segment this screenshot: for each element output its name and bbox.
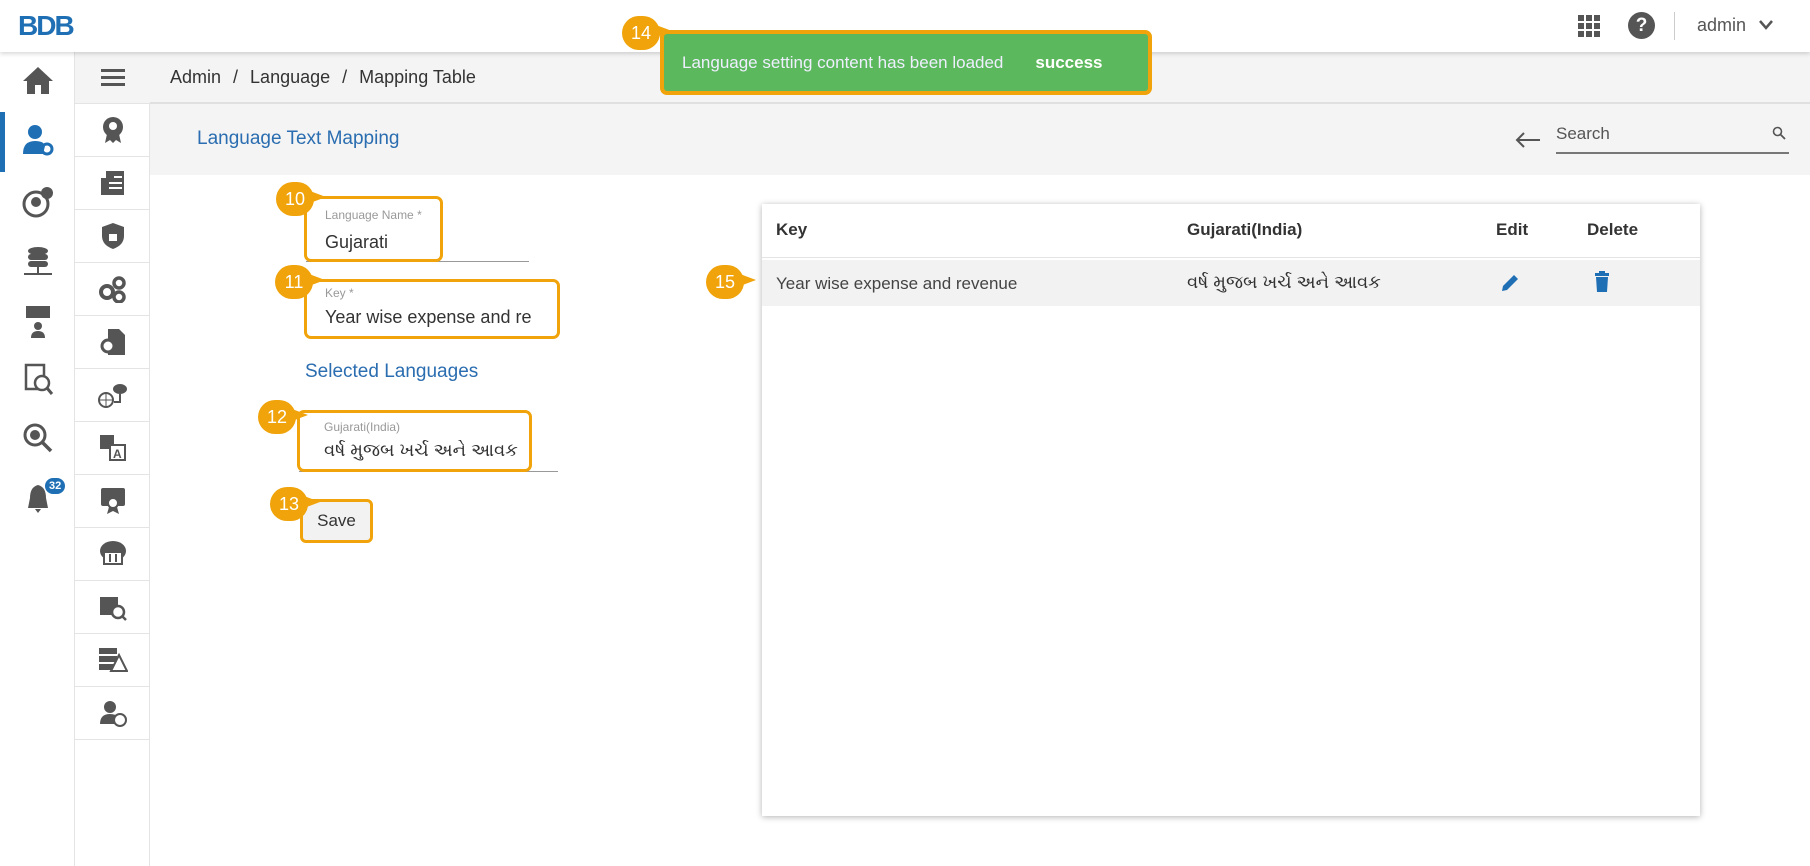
back-arrow-icon[interactable] bbox=[1515, 132, 1541, 148]
breadcrumb-language[interactable]: Language bbox=[250, 67, 330, 88]
mapping-table: Key Gujarati(India) Edit Delete Year wis… bbox=[762, 204, 1700, 816]
database-network-icon bbox=[23, 247, 52, 275]
menu-toggle[interactable] bbox=[75, 52, 150, 104]
bdb-logo[interactable]: BDB bbox=[18, 10, 75, 42]
search-database-icon bbox=[23, 423, 52, 453]
user-settings-icon bbox=[22, 125, 53, 156]
chevron-down-icon[interactable] bbox=[1758, 19, 1774, 31]
annotation-badge: 13 bbox=[270, 487, 320, 521]
breadcrumb-mapping-table: Mapping Table bbox=[359, 66, 476, 87]
breadcrumb-separator: / bbox=[233, 66, 239, 87]
annotation-badge: 10 bbox=[276, 182, 326, 216]
submenu-cloud-sync[interactable] bbox=[75, 369, 150, 422]
highlight-box bbox=[297, 410, 532, 472]
annotation-badge: 14 bbox=[622, 16, 672, 50]
submenu-billing[interactable] bbox=[75, 157, 150, 210]
sidebar-home[interactable] bbox=[0, 52, 75, 108]
page-title: Language Text Mapping bbox=[197, 128, 400, 149]
primary-sidebar: 32 bbox=[0, 52, 75, 866]
home-icon bbox=[22, 67, 53, 94]
submenu-badge-settings[interactable] bbox=[75, 104, 150, 157]
highlight-box bbox=[304, 279, 560, 339]
column-header-gujarati: Gujarati(India) bbox=[1187, 220, 1303, 239]
submenu-security[interactable] bbox=[75, 210, 150, 263]
sidebar-presenter[interactable] bbox=[0, 294, 75, 350]
divider bbox=[1674, 12, 1675, 40]
gears-icon bbox=[98, 276, 126, 303]
sidebar-user-info[interactable] bbox=[0, 174, 75, 230]
sidebar-search[interactable] bbox=[0, 410, 75, 466]
help-icon[interactable]: ? bbox=[1628, 12, 1655, 39]
translate-icon: A bbox=[99, 435, 126, 461]
edit-pencil-icon[interactable] bbox=[1499, 272, 1521, 294]
globe-cloud-icon bbox=[97, 384, 127, 408]
toast-message: Language setting content has been loaded bbox=[682, 52, 1004, 72]
cloud-upload-download-icon bbox=[99, 541, 126, 565]
search-placeholder: Search bbox=[1556, 124, 1610, 143]
search-input[interactable]: Search bbox=[1556, 116, 1789, 154]
sidebar-data-search[interactable] bbox=[0, 352, 75, 408]
sidebar-data-connectors[interactable] bbox=[0, 234, 75, 290]
delete-trash-icon[interactable] bbox=[1594, 271, 1610, 293]
user-info-icon bbox=[22, 187, 53, 218]
submenu-schedule-search[interactable] bbox=[75, 581, 150, 634]
submenu-document-settings[interactable] bbox=[75, 316, 150, 369]
row-gujarati: વર્ષ મુજબ ખર્ચ અને આવક bbox=[1187, 272, 1381, 292]
document-search-icon bbox=[24, 363, 53, 395]
column-header-key: Key bbox=[776, 220, 808, 239]
submenu-configuration[interactable] bbox=[75, 263, 150, 316]
search-icon bbox=[1772, 126, 1786, 140]
shield-lock-icon bbox=[101, 223, 124, 249]
server-warning-icon bbox=[98, 648, 128, 672]
column-header-edit: Edit bbox=[1496, 220, 1529, 239]
user-clock-icon bbox=[99, 701, 127, 727]
column-header-delete: Delete bbox=[1587, 220, 1639, 239]
annotation-badge: 11 bbox=[275, 265, 325, 299]
success-toast: Language setting content has been loaded… bbox=[660, 30, 1152, 95]
svg-text:A: A bbox=[113, 447, 122, 461]
breadcrumb-admin[interactable]: Admin bbox=[170, 67, 221, 88]
annotation-badge: 15 bbox=[706, 265, 756, 299]
user-menu[interactable]: admin bbox=[1697, 15, 1746, 36]
hamburger-icon bbox=[100, 68, 125, 86]
award-gear-icon bbox=[102, 117, 123, 143]
annotation-badge: 12 bbox=[258, 400, 308, 434]
row-key: Year wise expense and revenue bbox=[776, 274, 1018, 293]
secondary-sidebar: A bbox=[75, 52, 150, 866]
toast-status: success bbox=[1035, 52, 1103, 72]
sidebar-notifications[interactable]: 32 bbox=[0, 470, 75, 526]
table-row[interactable]: Year wise expense and revenue વર્ષ મુજબ … bbox=[762, 260, 1700, 306]
sidebar-admin[interactable] bbox=[0, 112, 75, 172]
submenu-language[interactable]: A bbox=[75, 422, 150, 475]
submenu-user-sessions[interactable] bbox=[75, 687, 150, 740]
calendar-search-icon bbox=[99, 597, 127, 621]
title-band: Language Text Mapping Search bbox=[150, 104, 1810, 175]
selected-languages-heading: Selected Languages bbox=[305, 361, 479, 382]
submenu-cloud-transfer[interactable] bbox=[75, 528, 150, 581]
notification-count-badge: 32 bbox=[45, 478, 66, 494]
highlight-box bbox=[304, 196, 443, 262]
table-header: Key Gujarati(India) Edit Delete bbox=[762, 204, 1700, 258]
invoice-icon bbox=[100, 171, 124, 195]
submenu-server-alerts[interactable] bbox=[75, 634, 150, 687]
apps-grid-icon[interactable] bbox=[1578, 15, 1600, 37]
submenu-certificate[interactable] bbox=[75, 475, 150, 528]
certificate-icon bbox=[100, 488, 125, 514]
breadcrumb-separator: / bbox=[342, 66, 348, 87]
presentation-user-icon bbox=[25, 306, 50, 338]
file-gear-icon bbox=[100, 329, 125, 355]
